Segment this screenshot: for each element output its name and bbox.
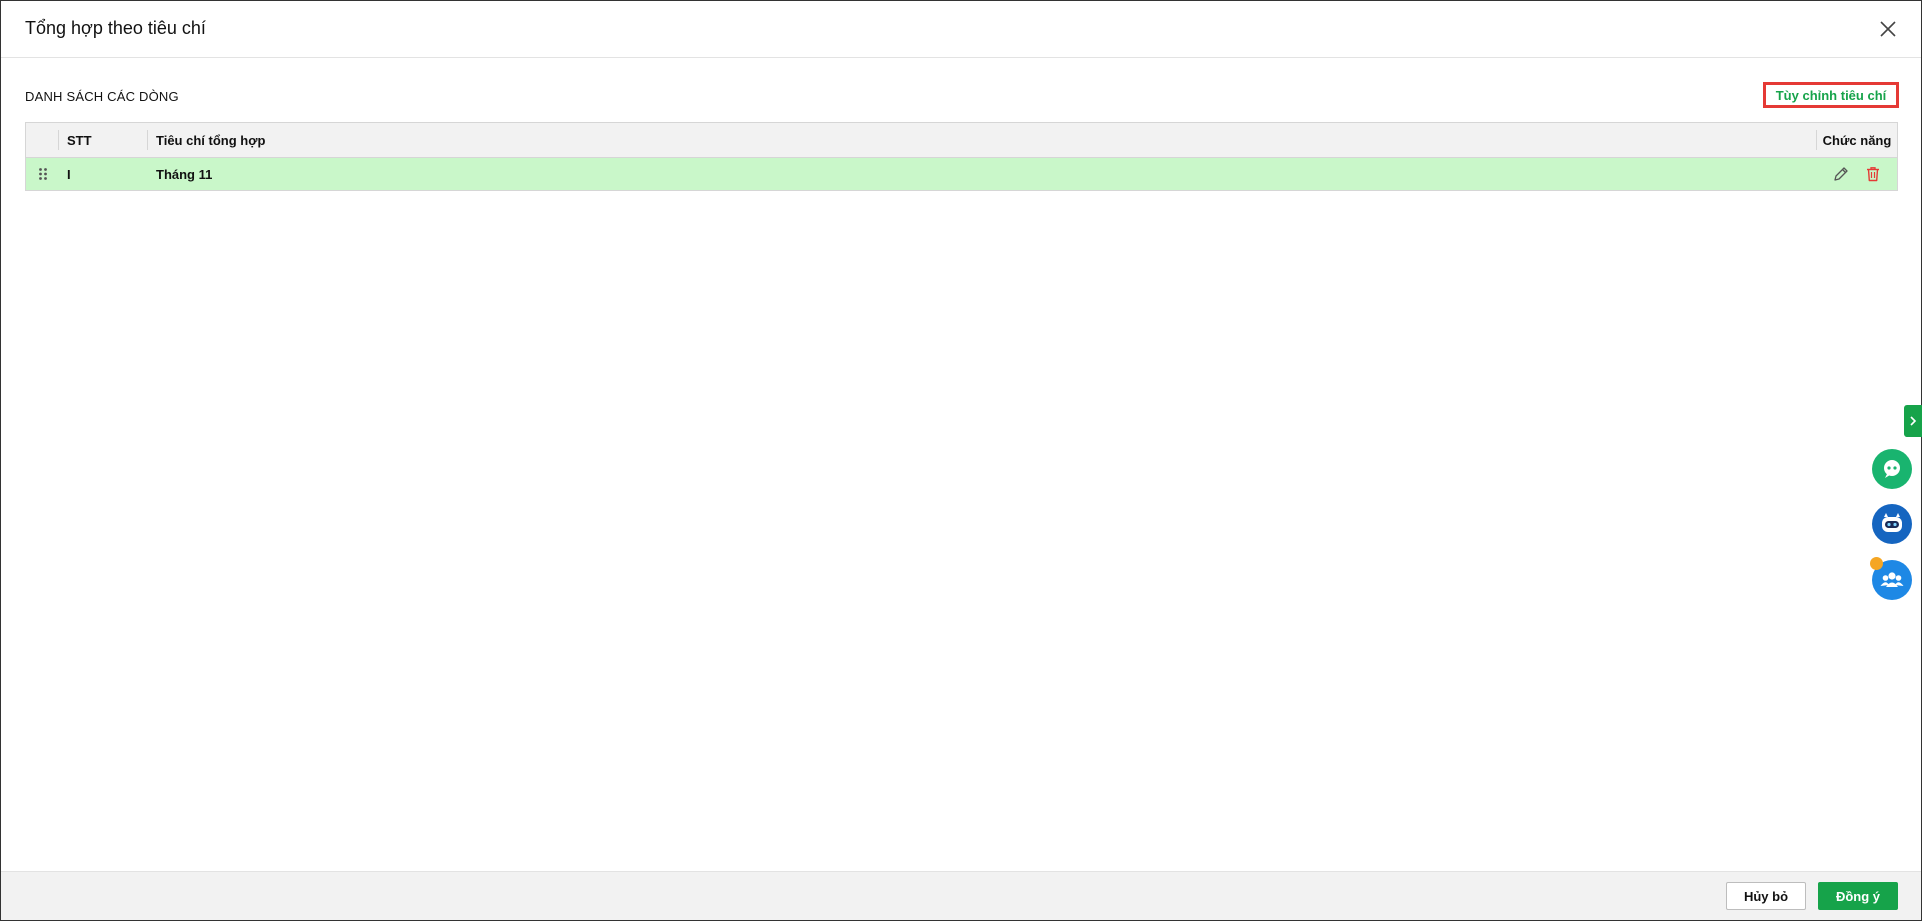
drag-handle-icon[interactable] — [26, 158, 59, 190]
row-stt: I — [67, 166, 71, 182]
criteria-table: STT Tiêu chí tổng hợp Chức năng I Tháng … — [25, 122, 1898, 191]
chat-bubble-icon[interactable] — [1872, 449, 1912, 489]
chevron-right-icon[interactable] — [1904, 405, 1922, 437]
table-header: STT Tiêu chí tổng hợp Chức năng — [26, 123, 1897, 158]
notification-dot — [1870, 557, 1883, 570]
cancel-button[interactable]: Hủy bỏ — [1726, 882, 1806, 910]
dialog-footer: Hủy bỏ Đồng ý — [1, 871, 1921, 920]
column-header-actions: Chức năng — [1822, 132, 1892, 148]
column-header-stt: STT — [59, 130, 148, 150]
delete-trash-icon[interactable] — [1864, 165, 1882, 183]
column-header-criteria: Tiêu chí tổng hợp — [148, 130, 1817, 150]
edit-pencil-icon[interactable] — [1832, 165, 1850, 183]
row-actions — [1817, 158, 1897, 190]
ok-button[interactable]: Đồng ý — [1818, 882, 1898, 910]
dialog: Tổng hợp theo tiêu chí DANH SÁCH CÁC DÒN… — [0, 0, 1922, 921]
row-criteria: Tháng 11 — [156, 166, 213, 182]
table-row[interactable]: I Tháng 11 — [26, 158, 1897, 190]
dialog-title: Tổng hợp theo tiêu chí — [25, 18, 206, 38]
section-title: DANH SÁCH CÁC DÒNG — [25, 89, 179, 104]
customize-criteria-link[interactable]: Tùy chỉnh tiêu chí — [1763, 82, 1899, 108]
drag-column-header — [26, 130, 59, 150]
dialog-header: Tổng hợp theo tiêu chí — [1, 1, 1921, 58]
robot-assistant-icon[interactable] — [1872, 504, 1912, 544]
close-icon[interactable] — [1877, 18, 1899, 40]
